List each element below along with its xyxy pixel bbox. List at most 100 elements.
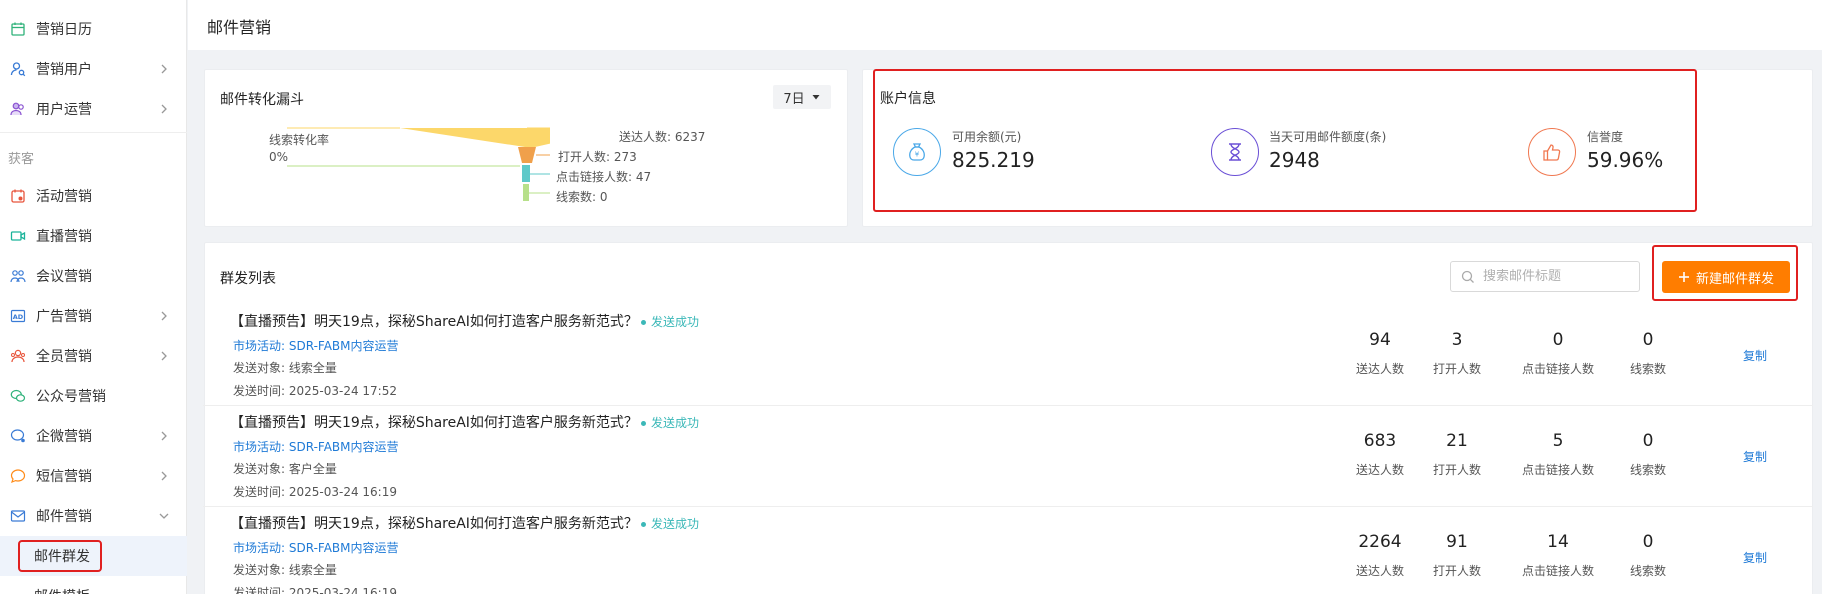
funnel-label-delivered: 送达人数: 6237: [619, 130, 706, 144]
chevron-right-icon: [161, 104, 167, 114]
sidebar-item-wecom-marketing[interactable]: 企微营销: [0, 416, 187, 456]
wechat-icon: [10, 388, 26, 404]
search-icon: [1461, 270, 1474, 283]
funnel-stage-opened: [518, 147, 536, 163]
sidebar-item-user-operations[interactable]: 用户运营: [0, 89, 187, 129]
sidebar-item-label: 营销日历: [36, 22, 92, 38]
email-subject[interactable]: 【直播预告】明天19点，探秘ShareAI如何打造客户服务新范式？: [230, 311, 638, 331]
chevron-right-icon: [161, 351, 167, 361]
sidebar-item-label: 营销用户: [36, 62, 92, 78]
sidebar-item-activity-marketing[interactable]: 活动营销: [0, 176, 187, 216]
chevron-right-icon: [161, 431, 167, 441]
status-badge: 发送成功: [641, 515, 699, 532]
sidebar-item-email-marketing[interactable]: 邮件营销: [0, 496, 187, 536]
sidebar-item-label: 直播营销: [36, 229, 92, 245]
team-icon: [10, 348, 26, 364]
money-bag-icon: ¥: [893, 128, 941, 176]
sidebar-item-label: 邮件模板: [34, 586, 90, 594]
range-select-value: 7日: [783, 91, 805, 107]
funnel-label-clicked: 点击链接人数: 47: [556, 170, 652, 184]
sidebar-item-ad-marketing[interactable]: AD 广告营销: [0, 296, 187, 336]
meeting-icon: [10, 268, 26, 284]
daily-quota-label: 当天可用邮件额度(条): [1269, 130, 1387, 144]
send-target: 发送对象: 客户全量: [233, 462, 337, 476]
funnel-stage-leads: [523, 184, 529, 201]
copy-link[interactable]: 复制: [1743, 549, 1767, 566]
sidebar-section-label: 获客: [8, 152, 35, 167]
funnel-label-leads: 线索数: 0: [556, 190, 608, 204]
activity-icon: [10, 188, 26, 204]
sidebar-item-email-template[interactable]: 邮件模板: [0, 576, 187, 594]
sidebar-item-meeting-marketing[interactable]: 会议营销: [0, 256, 187, 296]
copy-link[interactable]: 复制: [1743, 448, 1767, 465]
funnel-stage-clicked: [522, 165, 530, 182]
metric-delivered: 94 送达人数: [1355, 330, 1404, 376]
reputation-value: 59.96%: [1587, 148, 1664, 172]
sidebar-item-label: 全员营销: [36, 349, 92, 365]
metric-clicked: 0 点击链接人数: [1521, 330, 1594, 376]
video-icon: [10, 228, 26, 244]
email-row: 【直播预告】明天19点，探秘ShareAI如何打造客户服务新范式？ 发送成功 市…: [203, 406, 1813, 507]
sidebar-item-label: 广告营销: [36, 309, 92, 325]
metric-delivered: 683 送达人数: [1355, 431, 1404, 477]
mail-icon: [10, 508, 26, 524]
campaign-link[interactable]: 市场活动: SDR-FABM内容运营: [233, 438, 399, 455]
sidebar-item-all-staff-marketing[interactable]: 全员营销: [0, 336, 187, 376]
sidebar-divider: [0, 132, 187, 133]
new-email-blast-button[interactable]: 新建邮件群发: [1662, 261, 1790, 293]
metric-leads: 0 线索数: [1629, 330, 1666, 376]
metric-opened: 91 打开人数: [1432, 532, 1481, 578]
search-input-wrapper[interactable]: [1450, 261, 1640, 292]
metric-leads: 0 线索数: [1629, 532, 1666, 578]
campaign-link[interactable]: 市场活动: SDR-FABM内容运营: [233, 337, 399, 354]
chevron-right-icon: [161, 311, 167, 321]
search-input[interactable]: [1483, 269, 1633, 284]
metric-opened: 3 打开人数: [1432, 330, 1481, 376]
chevron-right-icon: [161, 471, 167, 481]
email-subject[interactable]: 【直播预告】明天19点，探秘ShareAI如何打造客户服务新范式？: [230, 412, 638, 432]
metric-clicked: 5 点击链接人数: [1521, 431, 1594, 477]
sidebar-item-label: 短信营销: [36, 469, 92, 485]
sidebar-item-live-marketing[interactable]: 直播营销: [0, 216, 187, 256]
email-subject[interactable]: 【直播预告】明天19点，探秘ShareAI如何打造客户服务新范式？: [230, 513, 638, 533]
sidebar-item-marketing-users[interactable]: 营销用户: [0, 49, 187, 89]
balance-value: 825.219: [952, 148, 1035, 172]
sidebar-item-label: 公众号营销: [36, 389, 106, 405]
sidebar-item-marketing-calendar[interactable]: 营销日历: [0, 9, 187, 49]
email-row: 【直播预告】明天19点，探秘ShareAI如何打造客户服务新范式？ 发送成功 市…: [203, 507, 1813, 594]
daily-quota-value: 2948: [1269, 148, 1320, 172]
sidebar-item-sms-marketing[interactable]: 短信营销: [0, 456, 187, 496]
conversion-label: 线索转化率: [269, 133, 330, 147]
funnel-title: 邮件转化漏斗: [220, 92, 304, 108]
sidebar-item-label: 企微营销: [36, 429, 92, 445]
funnel-stage-delivered: [400, 128, 550, 147]
conversion-value: 0%: [269, 150, 289, 164]
send-time: 发送时间: 2025-03-24 16:19: [233, 586, 397, 594]
campaign-link[interactable]: 市场活动: SDR-FABM内容运营: [233, 539, 399, 556]
range-select[interactable]: 7日: [773, 85, 831, 109]
sms-icon: [10, 468, 26, 484]
sidebar-item-wechat-marketing[interactable]: 公众号营销: [0, 376, 187, 416]
plus-icon: [1678, 272, 1689, 282]
caret-down-icon: [812, 95, 820, 100]
chevron-down-icon: [159, 513, 169, 519]
page-title: 邮件营销: [207, 18, 272, 37]
sidebar-item-label: 邮件营销: [36, 509, 92, 525]
page-header: 邮件营销: [188, 0, 1822, 50]
sidebar-item-label: 活动营销: [36, 189, 92, 205]
send-target: 发送对象: 线索全量: [233, 563, 337, 577]
metric-opened: 21 打开人数: [1432, 431, 1481, 477]
svg-text:AD: AD: [13, 313, 24, 321]
funnel-label-opened: 打开人数: 273: [558, 150, 637, 164]
account-title: 账户信息: [880, 91, 936, 107]
ad-icon: AD: [10, 308, 26, 324]
users-ops-icon: [10, 101, 26, 117]
copy-link[interactable]: 复制: [1743, 347, 1767, 364]
status-badge: 发送成功: [641, 313, 699, 330]
sidebar: 营销日历 营销用户 用户运营 获客 活动营销 直播营销 会议营销 AD 广告营销…: [0, 0, 187, 594]
status-badge: 发送成功: [641, 414, 699, 431]
user-search-icon: [10, 61, 26, 77]
chevron-right-icon: [161, 64, 167, 74]
send-time: 发送时间: 2025-03-24 16:19: [233, 485, 397, 499]
thumbs-up-icon: [1528, 128, 1576, 176]
